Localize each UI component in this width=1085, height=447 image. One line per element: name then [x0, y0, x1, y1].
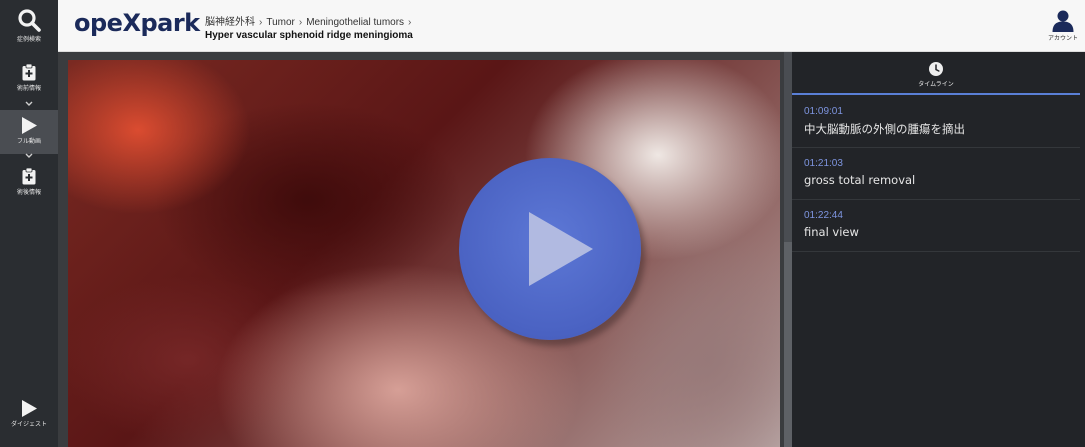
timeline-item[interactable]: 01:09:01 中大脳動脈の外側の腫瘍を摘出: [792, 96, 1080, 148]
tab-timeline[interactable]: タイムライン: [792, 52, 1080, 95]
sidebar-item-label: ダイジェスト: [10, 421, 47, 428]
sidebar-item-preop-info[interactable]: 術前情報: [0, 64, 58, 98]
user-icon: [1052, 10, 1074, 32]
sidebar-item-full-video[interactable]: フル動画: [0, 110, 58, 154]
clipboard-plus-icon: [22, 168, 36, 185]
timeline-text: final view: [804, 225, 859, 239]
timeline-text: 中大脳動脈の外側の腫瘍を摘出: [804, 122, 965, 136]
clipboard-plus-icon: [22, 64, 36, 81]
timeline-timestamp[interactable]: 01:22:44: [804, 210, 843, 221]
chevron-right-icon: ›: [259, 17, 263, 28]
timeline-panel: タイムライン 01:09:01 中大脳動脈の外側の腫瘍を摘出 01:21:03 …: [792, 52, 1085, 447]
scrollbar[interactable]: [784, 52, 792, 447]
play-button[interactable]: [459, 158, 641, 340]
app-logo[interactable]: opeXpark: [74, 9, 200, 37]
timeline-item[interactable]: 01:22:44 final view: [792, 200, 1080, 252]
sidebar-item-label: フル動画: [16, 138, 41, 145]
page-title: Hyper vascular sphenoid ridge meningioma: [205, 30, 413, 41]
search-icon: [18, 9, 41, 32]
timeline-timestamp[interactable]: 01:09:01: [804, 106, 843, 117]
timeline-item[interactable]: 01:21:03 gross total removal: [792, 148, 1080, 200]
sidebar: 症例検索 術前情報 フル動画 術後情報 ダイジェスト: [0, 0, 58, 447]
scrollbar-thumb[interactable]: [784, 242, 792, 447]
sidebar-item-label: 術後情報: [16, 189, 41, 196]
chevron-right-icon: ›: [408, 17, 412, 28]
header: opeXpark 脳神経外科 › Tumor › Meningothelial tumo…: [58, 0, 1085, 52]
account-button[interactable]: アカウント: [1047, 10, 1079, 42]
chevron-down-icon[interactable]: [25, 152, 33, 160]
play-icon: [22, 117, 37, 134]
sidebar-item-digest[interactable]: ダイジェスト: [0, 400, 58, 430]
chevron-down-icon[interactable]: [25, 100, 33, 108]
play-icon: [529, 212, 593, 286]
clock-icon: [929, 62, 943, 76]
video-player: [58, 52, 784, 447]
timeline-timestamp[interactable]: 01:21:03: [804, 158, 843, 169]
tab-label: タイムライン: [918, 81, 954, 88]
breadcrumb-item[interactable]: 脳神経外科: [205, 17, 255, 28]
chevron-right-icon: ›: [298, 17, 303, 28]
breadcrumb-item[interactable]: Meningothelial tumors: [306, 17, 404, 28]
sidebar-item-postop-info[interactable]: 術後情報: [0, 168, 58, 202]
breadcrumb: 脳神経外科 › Tumor › Meningothelial tumors ›: [205, 13, 415, 28]
timeline-text: gross total removal: [804, 173, 916, 187]
account-label: アカウント: [1047, 35, 1078, 42]
play-icon: [22, 400, 37, 417]
sidebar-item-label: 術前情報: [16, 85, 41, 92]
breadcrumb-item[interactable]: Tumor: [266, 17, 295, 28]
sidebar-item-label: 症例検索: [16, 36, 41, 43]
video-frame[interactable]: [68, 60, 780, 447]
sidebar-item-case-search[interactable]: 症例検索: [0, 8, 58, 52]
